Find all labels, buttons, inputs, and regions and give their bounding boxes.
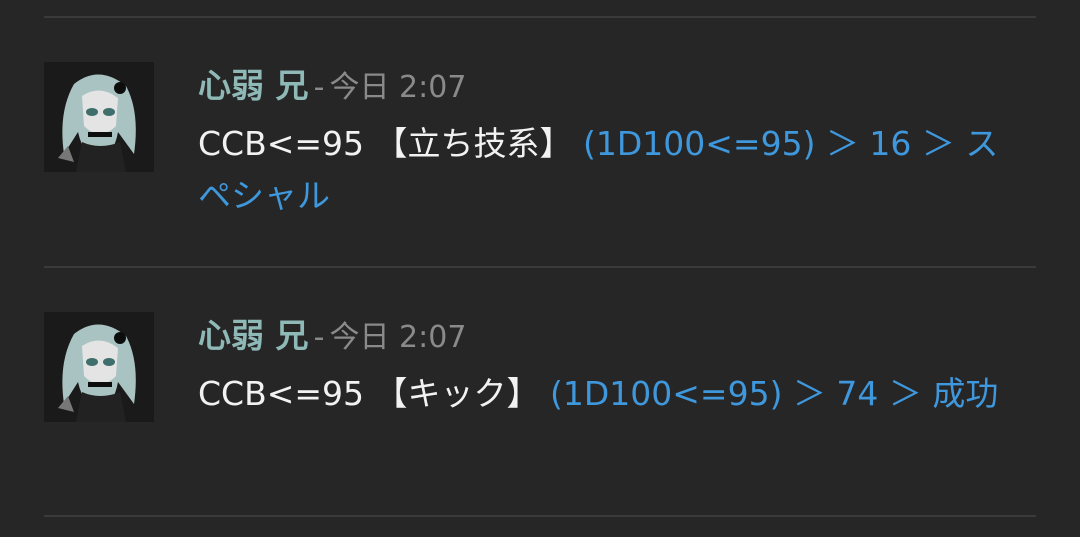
avatar[interactable]: [44, 312, 154, 422]
message-divider: [44, 266, 1036, 268]
avatar-image: [44, 62, 154, 172]
header-separator: -: [313, 320, 325, 355]
dice-command: CCB<=95 【立ち技系】: [198, 124, 573, 163]
message-body: CCB<=95 【立ち技系】 (1D100<=95) ＞ 16 ＞ スペシャル: [198, 118, 1028, 222]
dice-command: CCB<=95 【キック】: [198, 374, 540, 413]
timestamp: 今日 2:07: [329, 70, 467, 105]
chat-message: 心弱 兄 - 今日 2:07 CCB<=95 【キック】 (1D100<=95)…: [44, 312, 1036, 492]
dice-result: (1D100<=95) ＞ 74 ＞ 成功: [550, 374, 999, 413]
avatar-image: [44, 312, 154, 422]
message-divider: [44, 515, 1036, 517]
message-body: CCB<=95 【キック】 (1D100<=95) ＞ 74 ＞ 成功: [198, 368, 1028, 420]
chat-message: 心弱 兄 - 今日 2:07 CCB<=95 【立ち技系】 (1D100<=95…: [44, 62, 1036, 242]
avatar[interactable]: [44, 62, 154, 172]
timestamp: 今日 2:07: [329, 320, 467, 355]
message-divider: [44, 16, 1036, 18]
message-header: 心弱 兄 - 今日 2:07: [198, 66, 466, 112]
chat-log: 心弱 兄 - 今日 2:07 CCB<=95 【立ち技系】 (1D100<=95…: [0, 0, 1080, 537]
message-header: 心弱 兄 - 今日 2:07: [198, 316, 466, 362]
header-separator: -: [313, 70, 325, 105]
author-name[interactable]: 心弱 兄: [198, 316, 309, 355]
author-name[interactable]: 心弱 兄: [198, 66, 309, 105]
